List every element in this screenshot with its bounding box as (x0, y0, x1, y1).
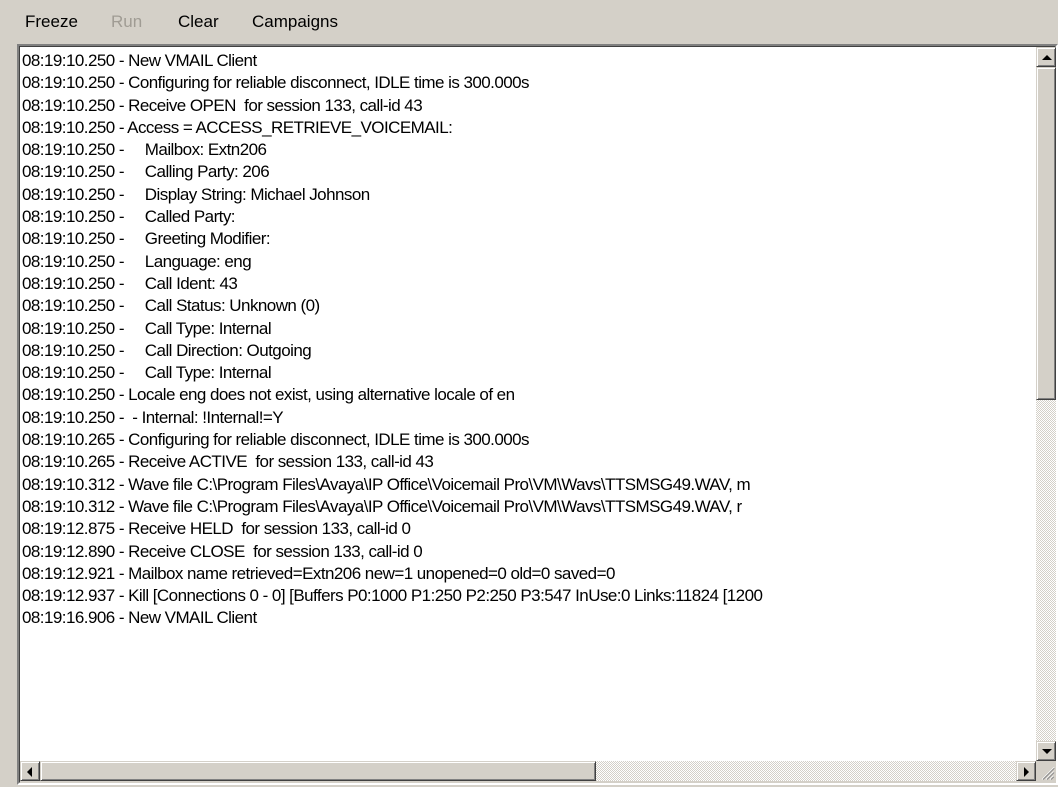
log-line: 08:19:10.250 - Called Party: (22, 207, 236, 227)
log-line: 08:19:10.250 - New VMAIL Client (22, 51, 257, 70)
scroll-up-button[interactable] (1036, 47, 1056, 67)
log-line: 08:19:10.250 - Language: eng (22, 251, 252, 271)
menu-freeze[interactable]: Freeze (25, 11, 78, 33)
log-line: 08:19:10.250 - Call Direction: Outgoing (22, 340, 312, 360)
log-line: 08:19:10.250 - Greeting Modifier: (22, 229, 271, 249)
log-line: 08:19:10.250 - Call Type: Internal (22, 363, 272, 383)
monitor-window: Freeze Run Clear Campaigns 08:19:10.250 … (0, 0, 1058, 787)
log-line: 08:19:12.937 - Kill [Connections 0 - 0] … (22, 586, 763, 606)
scroll-right-button[interactable] (1016, 761, 1036, 781)
vertical-scroll-thumb[interactable] (1036, 67, 1056, 400)
arrow-up-icon (1042, 55, 1052, 60)
log-line: 08:19:10.250 - Display String: Michael J… (22, 184, 370, 204)
log-line: 08:19:10.312 - Wave file C:\Program File… (22, 474, 751, 494)
log-line: 08:19:10.250 - Call Type: Internal (22, 318, 272, 338)
menu-run: Run (111, 12, 143, 31)
menu-clear[interactable]: Clear (178, 11, 219, 33)
menu-bar: Freeze Run Clear Campaigns (0, 0, 1058, 44)
scroll-left-button[interactable] (20, 761, 40, 781)
arrow-left-icon (27, 767, 32, 777)
arrow-down-icon (1042, 749, 1052, 754)
log-line: 08:19:10.250 - Mailbox: Extn206 (22, 140, 267, 160)
log-line: 08:19:10.250 - Configuring for reliable … (22, 73, 530, 93)
arrow-right-icon (1024, 767, 1029, 777)
log-line: 08:19:16.906 - New VMAIL Client (22, 608, 257, 628)
log-line: 08:19:10.250 - - Internal: !Internal!=Y (22, 407, 284, 427)
horizontal-scrollbar[interactable] (20, 761, 1036, 781)
horizontal-scroll-thumb[interactable] (40, 761, 596, 781)
log-line: 08:19:10.250 - Receive OPEN for session … (22, 95, 423, 115)
log-line: 08:19:10.250 - Calling Party: 206 (22, 162, 270, 182)
vertical-scrollbar[interactable] (1036, 47, 1056, 761)
log-line: 08:19:12.890 - Receive CLOSE for session… (22, 541, 423, 561)
scroll-down-button[interactable] (1036, 741, 1056, 761)
log-line: 08:19:12.875 - Receive HELD for session … (22, 519, 411, 539)
log-line: 08:19:10.265 - Configuring for reliable … (22, 430, 530, 450)
log-panel: 08:19:10.250 - New VMAIL Client 08:19:10.… (17, 44, 1058, 785)
log-list: 08:19:10.250 - New VMAIL Client 08:19:10.… (22, 50, 1036, 630)
log-line: 08:19:12.921 - Mailbox name retrieved=Ex… (22, 563, 615, 583)
size-grip-icon[interactable] (1036, 761, 1056, 781)
log-line: 08:19:10.250 - Call Status: Unknown (0) (22, 296, 320, 316)
log-line: 08:19:10.250 - Call Ident: 43 (22, 273, 238, 293)
log-line: 08:19:10.250 - Locale eng does not exist… (22, 385, 515, 405)
menu-campaigns[interactable]: Campaigns (252, 11, 338, 33)
log-line: 08:19:10.312 - Wave file C:\Program File… (22, 496, 742, 516)
log-line: 08:19:10.265 - Receive ACTIVE for sessio… (22, 452, 434, 472)
log-view[interactable]: 08:19:10.250 - New VMAIL Client 08:19:10.… (20, 47, 1036, 761)
log-line: 08:19:10.250 - Access = ACCESS_RETRIEVE_… (22, 117, 453, 137)
